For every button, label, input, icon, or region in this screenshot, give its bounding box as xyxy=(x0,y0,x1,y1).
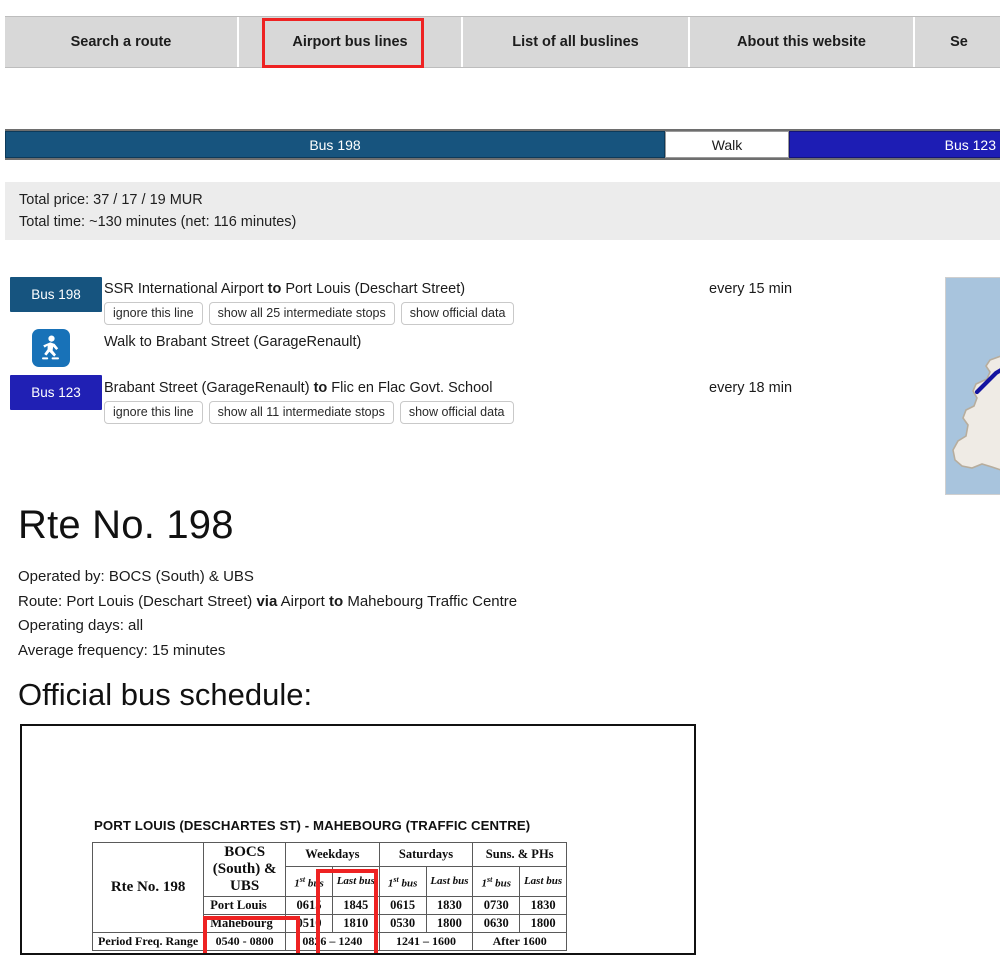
nav-item-about-this-website[interactable]: About this website xyxy=(690,17,915,67)
main-navigation: Search a route Airport bus lines List of… xyxy=(5,16,1000,68)
route-detail-list: Operated by: BOCS (South) & UBS Route: P… xyxy=(18,565,517,663)
page-title: Rte No. 198 xyxy=(18,503,234,547)
cell-pl-weekday-first: 0615 xyxy=(285,896,333,915)
nav-item-list-of-all-buslines[interactable]: List of all buslines xyxy=(463,17,690,67)
leg-origin: SSR International Airport xyxy=(104,281,264,297)
nav-item-airport-bus-lines[interactable]: Airport bus lines xyxy=(239,17,463,67)
row-stop-port-louis: Port Louis xyxy=(203,896,287,915)
period-freq-value-3: 1241 – 1600 xyxy=(378,932,474,951)
route-timeline-bar: Bus 198 Walk Bus 123 xyxy=(5,129,1000,160)
total-time-text: Total time: ~130 minutes (net: 116 minut… xyxy=(19,214,297,230)
leg-badge-label: Bus 123 xyxy=(31,385,81,400)
nav-item-search-a-route[interactable]: Search a route xyxy=(5,17,239,67)
schedule-corridor-title: PORT LOUIS (DESCHARTES ST) - MAHEBOURG (… xyxy=(94,818,531,833)
schedule-operator-cell: BOCS (South) & UBS xyxy=(203,842,287,897)
pedestrian-icon xyxy=(32,329,70,367)
ignore-this-line-button-123[interactable]: ignore this line xyxy=(104,401,203,424)
row-stop-mahebourg: Mahebourg xyxy=(203,914,287,933)
period-freq-label: Period Freq. Range xyxy=(91,932,205,951)
average-frequency-text: Average frequency: 15 minutes xyxy=(18,641,226,659)
ignore-this-line-button-198[interactable]: ignore this line xyxy=(104,302,203,325)
route-suffix: Mahebourg Traffic Centre xyxy=(343,592,518,610)
timeline-segment-walk[interactable]: Walk xyxy=(665,131,789,158)
cell-mb-saturday-first: 0530 xyxy=(378,914,427,933)
leg-destination: Flic en Flac Govt. School xyxy=(331,380,493,396)
cell-pl-sunday-first: 0730 xyxy=(472,896,521,915)
timeline-segment-bus-198[interactable]: Bus 198 xyxy=(5,131,665,158)
cell-pl-saturday-last: 1830 xyxy=(425,896,474,915)
route-mid: Airport xyxy=(277,592,329,610)
route-map[interactable] xyxy=(945,277,1000,495)
leg-origin: Brabant Street (GarageRenault) xyxy=(104,380,310,396)
route-via: via xyxy=(256,592,278,610)
leg-destination: Port Louis (Deschart Street) xyxy=(285,281,466,297)
cell-mb-weekday-last: 1810 xyxy=(331,914,380,933)
route-to: to xyxy=(328,592,344,610)
nav-item-se-truncated[interactable]: Se xyxy=(915,17,1000,67)
show-official-data-button-123[interactable]: show official data xyxy=(399,401,514,424)
schedule-table: Rte No. 198 BOCS (South) & UBS Weekdays … xyxy=(91,842,567,951)
sub-header-saturday-first: 1st bus xyxy=(378,865,427,898)
leg-badge-bus-123[interactable]: Bus 123 xyxy=(10,375,102,410)
show-official-data-button-198[interactable]: show official data xyxy=(400,302,515,325)
nav-label: List of all buslines xyxy=(512,34,639,50)
timeline-segment-label: Walk xyxy=(711,136,743,153)
period-freq-value-2: 0826 – 1240 xyxy=(285,932,380,951)
route-text: Route: Port Louis (Deschart Street) via … xyxy=(18,590,517,615)
nav-label: About this website xyxy=(737,34,866,50)
leg-connector: to xyxy=(267,281,282,297)
table-row-period-freq: Period Freq. Range 0540 - 0800 0826 – 12… xyxy=(91,932,567,951)
sub-header-sunday-last: Last bus xyxy=(519,865,567,898)
timeline-segment-label: Bus 123 xyxy=(944,136,996,153)
total-price-text: Total price: 37 / 17 / 19 MUR xyxy=(19,192,203,208)
operating-days-text: Operating days: all xyxy=(18,617,144,634)
table-row-group-header: Rte No. 198 BOCS (South) & UBS Weekdays … xyxy=(91,842,567,933)
leg-title-bus-198: SSR International Airport to Port Louis … xyxy=(104,281,465,297)
official-schedule-image: PORT LOUIS (DESCHARTES ST) - MAHEBOURG (… xyxy=(20,724,696,955)
show-intermediate-stops-button-198[interactable]: show all 25 intermediate stops xyxy=(208,302,395,325)
cell-pl-weekday-last: 1845 xyxy=(331,896,380,915)
timeline-segment-bus-123[interactable]: Bus 123 xyxy=(789,131,1000,158)
nav-label: Airport bus lines xyxy=(292,34,408,50)
period-freq-value-4: After 1600 xyxy=(472,932,567,951)
leg-actions-bus-198: ignore this line show all 25 intermediat… xyxy=(104,302,515,325)
operated-by-text: Operated by: BOCS (South) & UBS xyxy=(18,568,254,585)
leg-badge-bus-198[interactable]: Bus 198 xyxy=(10,277,102,312)
nav-label: Se xyxy=(950,34,968,50)
leg-title-bus-123: Brabant Street (GarageRenault) to Flic e… xyxy=(104,380,492,396)
page-root: Search a route Airport bus lines List of… xyxy=(0,0,1000,955)
show-intermediate-stops-button-123[interactable]: show all 11 intermediate stops xyxy=(208,401,394,424)
leg-connector: to xyxy=(313,380,328,396)
cell-pl-sunday-last: 1830 xyxy=(519,896,567,915)
leg-frequency-bus-198: every 15 min xyxy=(709,281,793,297)
leg-title-walk: Walk to Brabant Street (GarageRenault) xyxy=(104,334,362,350)
leg-frequency-bus-123: every 18 min xyxy=(709,380,793,396)
trip-summary-box: Total price: 37 / 17 / 19 MUR Total time… xyxy=(5,182,1000,240)
group-header-weekdays: Weekdays xyxy=(285,842,380,867)
group-header-saturdays: Saturdays xyxy=(378,842,474,867)
timeline-segment-label: Bus 198 xyxy=(309,136,361,153)
leg-actions-bus-123: ignore this line show all 11 intermediat… xyxy=(104,401,514,424)
sub-header-weekday-first: 1st bus xyxy=(285,865,333,898)
sub-header-sunday-first: 1st bus xyxy=(472,865,521,898)
official-schedule-heading: Official bus schedule: xyxy=(18,677,313,712)
nav-label: Search a route xyxy=(70,34,172,50)
cell-mb-weekday-first: 0510 xyxy=(285,914,333,933)
sub-header-weekday-last: Last bus xyxy=(331,865,380,898)
group-header-sundays: Suns. & PHs xyxy=(472,842,567,867)
cell-mb-sunday-first: 0630 xyxy=(472,914,521,933)
schedule-route-cell: Rte No. 198 xyxy=(91,842,205,933)
cell-pl-saturday-first: 0615 xyxy=(378,896,427,915)
cell-mb-sunday-last: 1800 xyxy=(519,914,567,933)
leg-badge-label: Bus 198 xyxy=(31,287,81,302)
sub-header-saturday-last: Last bus xyxy=(425,865,474,898)
cell-mb-saturday-last: 1800 xyxy=(425,914,474,933)
period-freq-value-1: 0540 - 0800 xyxy=(203,932,287,951)
route-prefix: Route: Port Louis (Deschart Street) xyxy=(18,592,257,610)
